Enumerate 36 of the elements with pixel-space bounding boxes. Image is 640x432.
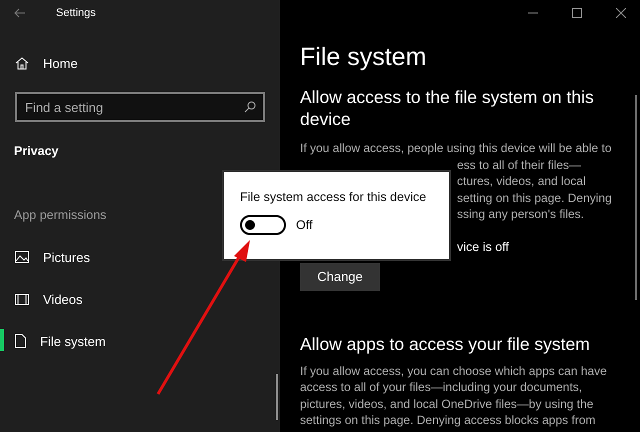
close-icon[interactable]	[616, 8, 626, 18]
description-text: ess to all of their files—	[457, 156, 582, 173]
file-icon	[15, 334, 26, 348]
description-text: If you allow access, people using this device will be able to	[300, 140, 612, 156]
minimize-icon[interactable]	[528, 12, 538, 14]
window-title: Settings	[56, 7, 96, 19]
change-button[interactable]: Change	[300, 262, 380, 290]
search-icon	[244, 101, 256, 113]
page-title: File system	[300, 42, 426, 73]
search-field[interactable]: Find a setting	[15, 92, 265, 122]
description-text: If you allow access, you can choose which apps can have	[300, 362, 607, 379]
home-link[interactable]: Home	[43, 56, 78, 70]
back-arrow-icon[interactable]	[14, 8, 26, 18]
section-heading: Allow access to the file system on this device	[300, 86, 595, 130]
toggle-switch[interactable]	[240, 215, 286, 235]
status-text: vice is off	[457, 240, 509, 254]
description-text: ctures, videos, and local	[457, 173, 586, 190]
description-text: settings on this page. Denying access blocks apps from	[300, 412, 596, 428]
section-heading: Allow apps to access your file system	[300, 332, 590, 354]
scrollbar[interactable]	[276, 374, 278, 420]
description-text: ssing any person's files.	[457, 206, 584, 222]
home-icon	[15, 56, 29, 70]
sidebar-item[interactable]: Pictures	[43, 250, 90, 264]
description-text: pictures, videos, and local OneDrive files—by using the	[300, 396, 594, 412]
maximize-icon[interactable]	[572, 8, 582, 18]
sidebar-item[interactable]: File system	[40, 334, 106, 348]
description-text: setting on this page. Denying	[457, 190, 612, 206]
picture-icon	[15, 251, 29, 263]
toggle-state: Off	[296, 218, 312, 232]
sidebar-item[interactable]: Videos	[43, 292, 83, 306]
section-heading: Privacy	[14, 144, 58, 158]
group-label: App permissions	[14, 208, 106, 222]
toggle-label: File system access for this device	[240, 190, 428, 204]
film-icon	[15, 294, 29, 304]
description-text: access to all of your files—including your documents,	[300, 379, 582, 396]
scrollbar[interactable]	[635, 95, 637, 300]
